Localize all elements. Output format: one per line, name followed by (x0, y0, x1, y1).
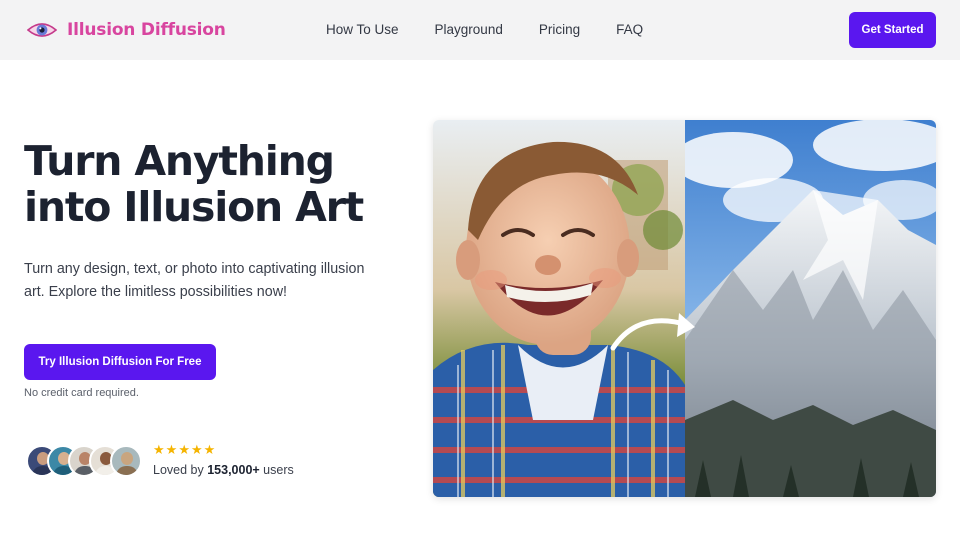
loved-suffix: users (259, 463, 294, 477)
star-icon: ★ (203, 442, 216, 457)
hero-headline: Turn Anything into Illusion Art (24, 138, 404, 230)
user-avatars (26, 445, 146, 477)
top-navbar: Illusion Diffusion How To Use Playground… (0, 0, 960, 60)
mountain-photo (685, 120, 936, 497)
loved-by-text: Loved by 153,000+ users (153, 463, 294, 477)
child-photo (433, 120, 685, 497)
nav-link-how-to-use[interactable]: How To Use (326, 21, 399, 39)
star-icon: ★ (178, 442, 190, 457)
user-count: 153,000+ (207, 463, 260, 477)
hero-headline-line-1: Turn Anything (24, 137, 335, 185)
nav-link-faq[interactable]: FAQ (616, 21, 643, 39)
get-started-button[interactable]: Get Started (849, 12, 936, 48)
hero-before-after-image (433, 120, 936, 497)
try-free-button[interactable]: Try Illusion Diffusion For Free (24, 344, 216, 380)
brand-name: Illusion Diffusion (67, 20, 226, 40)
star-icon: ★ (153, 442, 165, 457)
nav-links: How To Use Playground Pricing FAQ (326, 21, 679, 39)
loved-prefix: Loved by (153, 463, 208, 477)
rating-stars: ★ ★ ★ ★ ★ (153, 442, 215, 458)
avatar (110, 445, 142, 477)
hero-headline-line-2: into Illusion Art (24, 183, 364, 231)
no-credit-card-note: No credit card required. (24, 387, 139, 399)
brand-logo[interactable]: Illusion Diffusion (27, 16, 226, 44)
star-icon: ★ (190, 442, 203, 457)
star-icon: ★ (165, 442, 178, 457)
nav-link-playground[interactable]: Playground (435, 21, 503, 39)
hero-subtext: Turn any design, text, or photo into cap… (24, 261, 365, 300)
nav-link-pricing[interactable]: Pricing (539, 21, 580, 39)
eye-icon (27, 23, 57, 37)
